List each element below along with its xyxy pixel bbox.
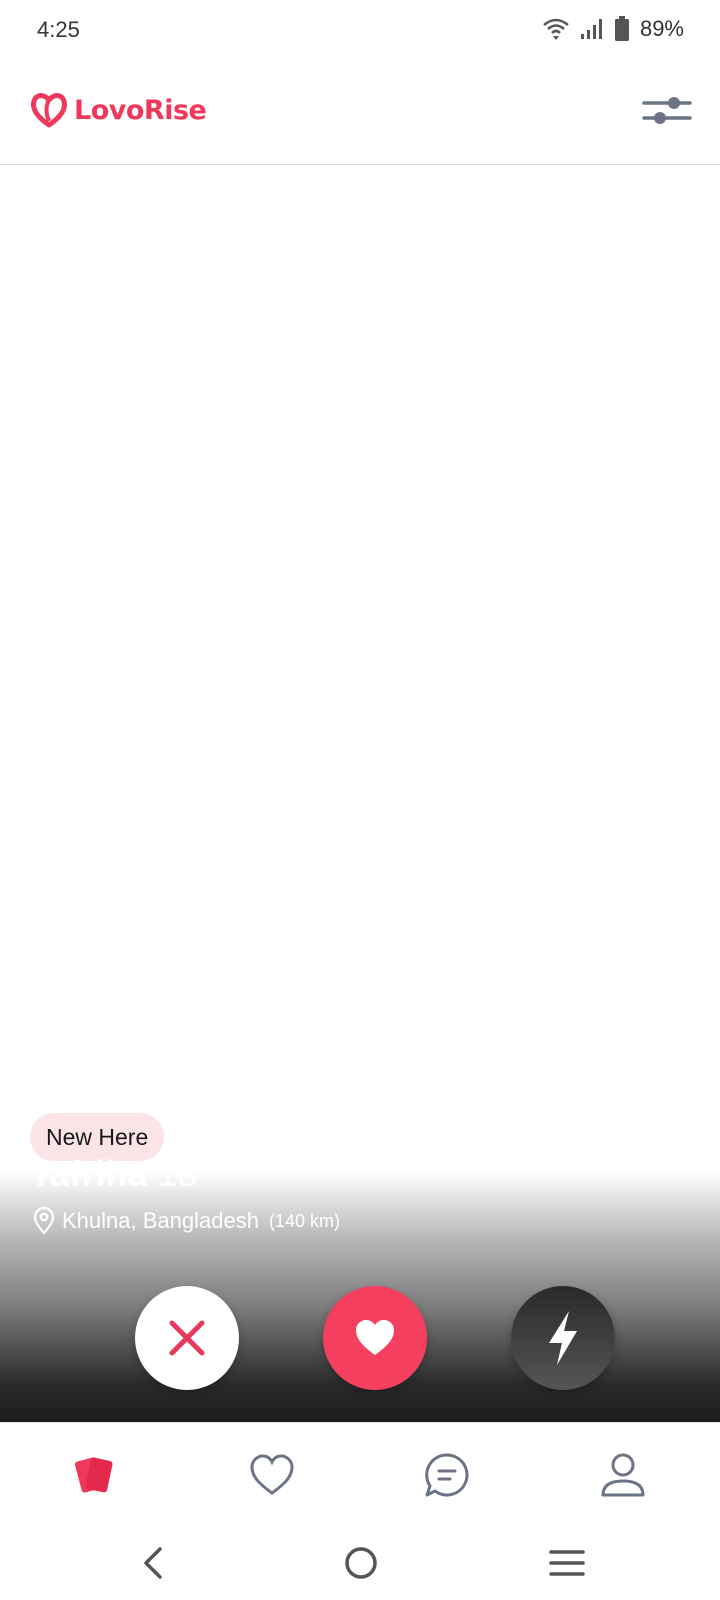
profile-name-row: Tafriha 18 [30,1153,197,1195]
status-time: 4:25 [37,17,80,42]
profile-name: Tafriha [30,1153,148,1194]
nav-profile[interactable] [597,1449,649,1501]
filter-button[interactable] [642,92,692,130]
home-icon [345,1547,377,1579]
system-back-button[interactable] [128,1538,178,1588]
distance-text: (140 km) [268,1210,340,1231]
battery-icon [614,16,629,41]
dislike-button[interactable] [135,1286,239,1390]
nav-discover[interactable] [70,1449,122,1501]
brand-logo: LovoRise [30,91,207,129]
location-pin-icon [33,1207,55,1235]
heart-icon [356,1320,394,1355]
app-name: LovoRise [74,94,207,126]
menu-icon [549,1550,585,1576]
boost-button[interactable] [511,1286,615,1390]
system-home-button[interactable] [336,1538,386,1588]
profile-card[interactable]: New Here Tafriha 18 Khulna, Bangladesh (… [0,165,720,1422]
profile-icon [601,1453,645,1497]
cards-icon [74,1457,113,1493]
nav-chat[interactable] [421,1449,473,1501]
location-row: Khulna, Bangladesh (140 km) [32,1207,340,1235]
sliders-icon [642,97,692,124]
wifi-icon [543,18,569,40]
status-icons: 89% [542,16,684,42]
system-nav [0,1526,720,1600]
chat-icon [425,1453,469,1497]
back-icon [144,1547,162,1579]
lightning-icon [549,1311,577,1365]
bottom-nav [0,1422,720,1526]
swipe-actions [0,1286,720,1396]
profile-age: 18 [157,1153,198,1194]
nav-likes[interactable] [246,1449,298,1501]
status-bar: 4:25 89% [0,0,720,62]
signal-icon [580,19,602,39]
battery-percent: 89% [639,16,684,41]
app-header: LovoRise [0,62,720,165]
close-icon [169,1320,205,1356]
system-menu-button[interactable] [542,1538,592,1588]
heart-outline-icon [250,1454,294,1495]
badge-label: New Here [46,1123,149,1150]
like-button[interactable] [323,1286,427,1390]
logo-heart-icon [31,93,67,128]
location-text: Khulna, Bangladesh [62,1208,259,1233]
